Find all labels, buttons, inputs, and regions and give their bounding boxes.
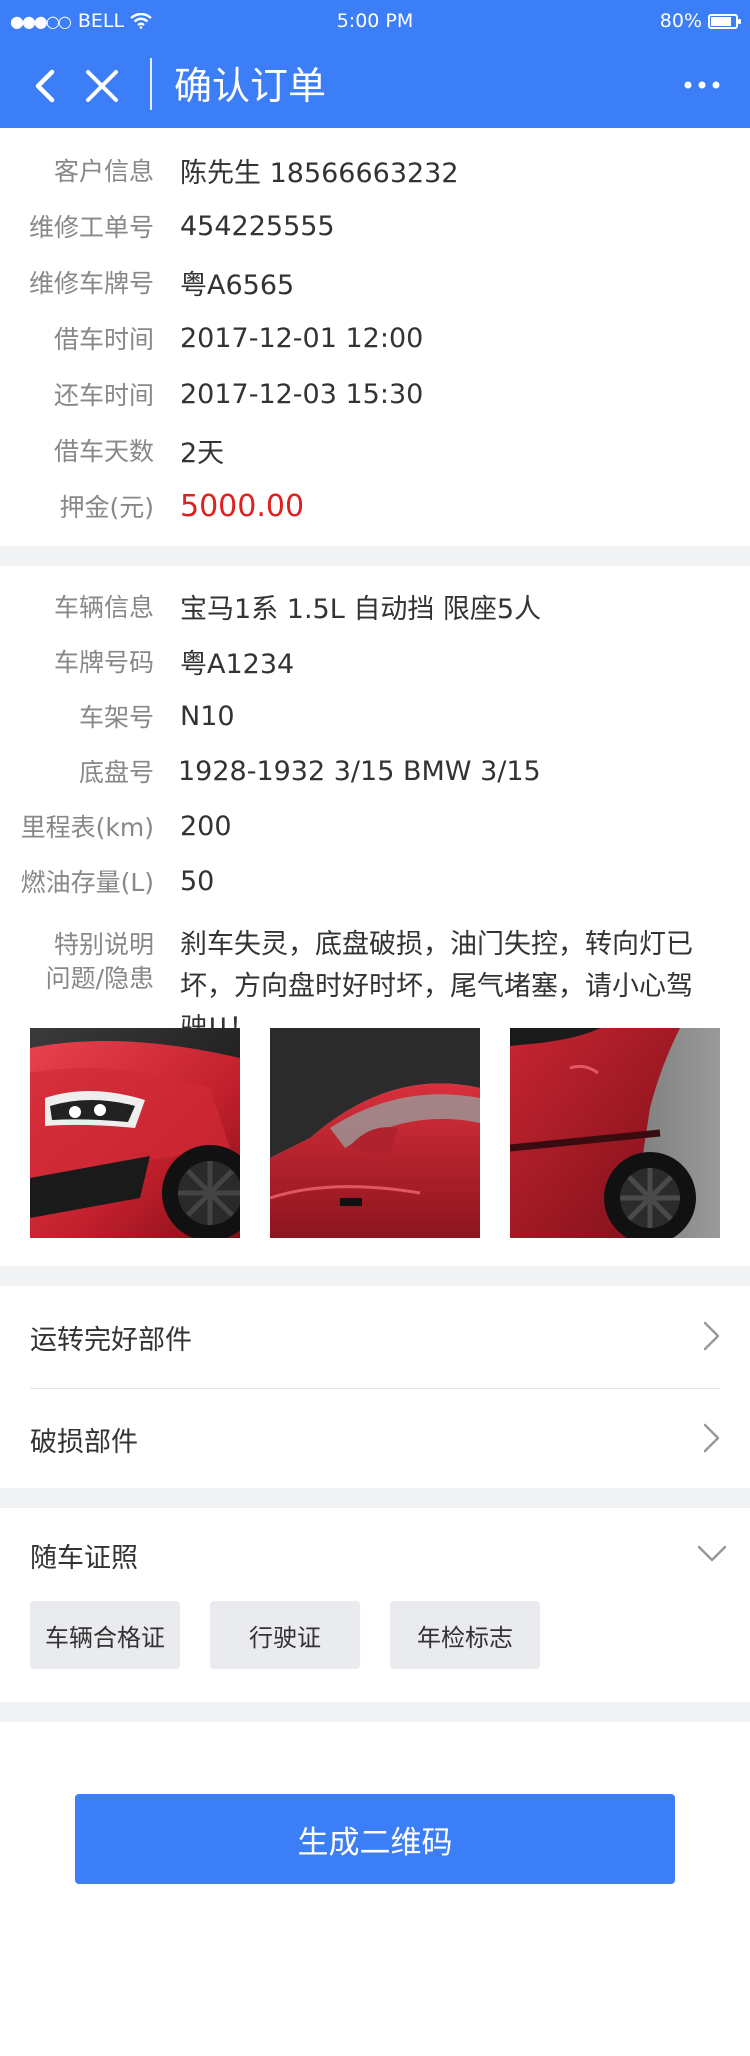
info-value: 粤A1234	[180, 648, 295, 680]
nav-bar: 确认订单	[0, 44, 750, 128]
info-label: 押金(元)	[59, 493, 154, 522]
chevron-right-icon	[703, 1423, 720, 1453]
car-photo-front-image	[30, 1028, 240, 1238]
info-row-borrow-days: 借车天数 2天	[0, 422, 750, 478]
nav-divider	[150, 58, 152, 110]
section-gap	[0, 1702, 750, 1722]
chevron-down-icon	[697, 1545, 727, 1562]
car-photo-side-image	[270, 1028, 480, 1238]
section-gap	[0, 1266, 750, 1286]
info-value: N10	[180, 700, 235, 732]
info-label: 借车天数	[53, 437, 154, 466]
menu-documents[interactable]: 随车证照	[0, 1504, 750, 1604]
vehicle-row-frame: 车架号 N10	[0, 688, 750, 744]
menu-good-parts-label: 运转完好部件	[30, 1325, 192, 1356]
battery-icon	[708, 13, 741, 29]
chevron-left-icon[interactable]	[28, 64, 68, 108]
document-tag-license[interactable]: 行驶证	[210, 1601, 360, 1669]
info-value: 2天	[180, 437, 225, 469]
close-icon[interactable]	[80, 64, 124, 108]
vehicle-row-odometer: 里程表(km) 200	[0, 798, 750, 854]
vehicle-row-fuel: 燃油存量(L) 50	[0, 853, 750, 909]
info-label: 里程表(km)	[20, 813, 154, 842]
info-value: 粤A6565	[180, 269, 295, 301]
info-value: 宝马1系 1.5L 自动挡 限座5人	[180, 593, 542, 625]
menu-documents-label: 随车证照	[30, 1543, 138, 1574]
car-photo-front[interactable]	[30, 1028, 240, 1238]
info-value: 2017-12-01 12:00	[180, 322, 424, 354]
menu-good-parts[interactable]: 运转完好部件	[0, 1286, 750, 1386]
deposit-amount: 5000.00	[180, 488, 305, 524]
info-label: 维修车牌号	[28, 269, 154, 298]
info-value: 454225555	[180, 210, 335, 242]
info-label: 车辆信息	[53, 593, 154, 622]
info-label: 车牌号码	[53, 648, 154, 677]
info-row-borrow-time: 借车时间 2017-12-01 12:00	[0, 310, 750, 366]
app-header: ●●●○○ BELL 5:00 PM 80% 确认订单	[0, 0, 750, 128]
info-value: 1928-1932 3/15 BMW 3/15	[178, 755, 541, 787]
info-label: 燃油存量(L)	[20, 868, 154, 897]
section-gap	[0, 546, 750, 566]
info-value: 50	[180, 865, 215, 897]
info-row-repair-plate: 维修车牌号 粤A6565	[0, 254, 750, 310]
info-row-customer: 客户信息 陈先生 18566663232	[0, 142, 750, 198]
page-title: 确认订单	[174, 64, 327, 108]
info-row-return-time: 还车时间 2017-12-03 15:30	[0, 366, 750, 422]
info-label: 客户信息	[53, 157, 154, 186]
status-bar: ●●●○○ BELL 5:00 PM 80%	[0, 0, 750, 44]
info-row-deposit: 押金(元) 5000.00	[0, 478, 750, 534]
status-time: 5:00 PM	[336, 10, 414, 32]
status-right: 80%	[659, 10, 741, 32]
info-row-work-order: 维修工单号 454225555	[0, 198, 750, 254]
menu-damaged-parts-label: 破损部件	[30, 1427, 138, 1458]
vehicle-row-info: 车辆信息 宝马1系 1.5L 自动挡 限座5人	[0, 578, 750, 634]
vehicle-row-chassis: 底盘号 1928-1932 3/15 BMW 3/15	[0, 743, 750, 799]
special-note-label-line1: 特别说明	[53, 930, 154, 959]
car-photo-side[interactable]	[270, 1028, 480, 1238]
info-value: 陈先生 18566663232	[180, 157, 459, 189]
car-photo-rear-image	[510, 1028, 720, 1238]
chevron-right-icon	[703, 1321, 720, 1351]
car-photo-rear[interactable]	[510, 1028, 720, 1238]
info-label: 还车时间	[53, 381, 154, 410]
vehicle-row-plate: 车牌号码 粤A1234	[0, 633, 750, 689]
info-value: 200	[180, 810, 232, 842]
generate-qr-button[interactable]: 生成二维码	[75, 1794, 675, 1884]
special-note-label-line2: 问题/隐患	[45, 964, 154, 993]
info-label: 维修工单号	[28, 213, 154, 242]
document-tag-certificate[interactable]: 车辆合格证	[30, 1601, 180, 1669]
info-label: 底盘号	[78, 758, 154, 787]
special-note-label: 特别说明 问题/隐患	[20, 928, 154, 996]
info-label: 车架号	[78, 703, 154, 732]
order-info-section: 客户信息 陈先生 18566663232 维修工单号 454225555 维修车…	[0, 128, 750, 546]
info-value: 2017-12-03 15:30	[180, 378, 424, 410]
special-note-row: 特别说明 问题/隐患 刹车失灵，底盘破损，油门失控，转向灯已坏，方向盘时好时坏，…	[0, 924, 750, 1044]
battery-percent: 80%	[659, 10, 702, 32]
menu-damaged-parts[interactable]: 破损部件	[0, 1388, 750, 1488]
info-label: 借车时间	[53, 325, 154, 354]
document-tag-inspection[interactable]: 年检标志	[390, 1601, 540, 1669]
more-dots-icon[interactable]	[682, 70, 722, 100]
